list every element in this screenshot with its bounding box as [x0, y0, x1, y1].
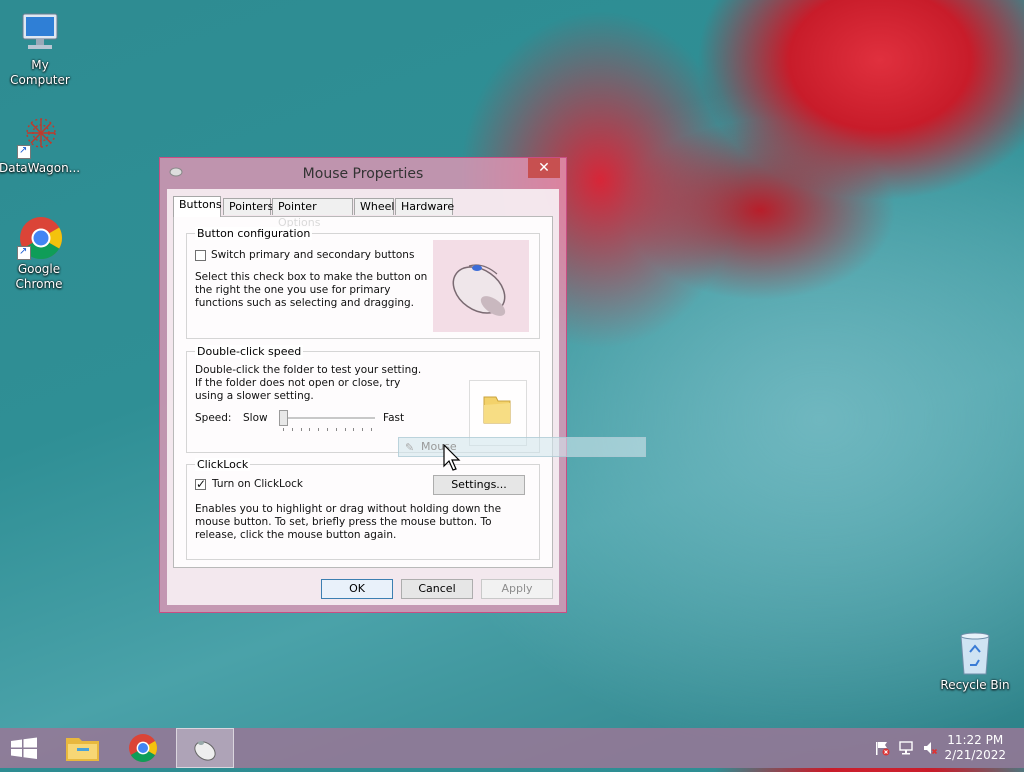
clock-time: 11:22 PM: [947, 733, 1004, 747]
desktop-icon-my-computer[interactable]: My Computer: [0, 10, 80, 88]
slider-tick: [371, 428, 372, 431]
desktop-icon-label: Google Chrome: [15, 262, 63, 291]
drag-ghost: ✎ Mouse: [398, 437, 646, 457]
button-configuration-legend: Button configuration: [195, 227, 313, 240]
volume-muted-icon[interactable]: [922, 740, 938, 756]
button-config-description: Select this check box to make the button…: [195, 271, 428, 309]
taskbar-clock[interactable]: 11:22 PM 2/21/2022: [944, 733, 1006, 763]
flag-icon[interactable]: [874, 740, 890, 756]
slider-tick: [344, 428, 346, 431]
desktop-icon-label: Recycle Bin: [940, 678, 1010, 692]
slider-thumb[interactable]: [279, 410, 288, 426]
slider-tick: [353, 428, 355, 431]
desktop-icon-datawagon[interactable]: DataWagon...: [0, 113, 81, 176]
shortcut-arrow-icon: [17, 244, 31, 260]
double-click-speed-slider[interactable]: [279, 410, 379, 436]
slider-tick: [318, 428, 320, 431]
tab-buttons[interactable]: Buttons: [173, 196, 222, 217]
datawagon-icon: [15, 113, 63, 159]
close-button[interactable]: ✕: [528, 158, 560, 178]
double-click-speed-legend: Double-click speed: [195, 345, 304, 358]
dialog-title: Mouse Properties: [302, 166, 424, 182]
button-configuration-group: Button configuration Switch primary and …: [186, 227, 540, 339]
fast-label: Fast: [383, 412, 405, 424]
tab-pointer-options[interactable]: Pointer Options: [272, 198, 353, 229]
start-icon: [11, 737, 37, 759]
slider-tick: [309, 428, 311, 431]
tab-wheel[interactable]: Wheel: [354, 198, 394, 215]
clicklock-settings-button[interactable]: Settings...: [433, 475, 525, 495]
clicklock-label[interactable]: Turn on ClickLock: [212, 478, 303, 491]
computer-icon: [16, 10, 64, 56]
desktop-icon-label: My Computer: [10, 58, 70, 87]
mouse-properties-dialog: Mouse Properties ✕ Buttons Pointers Poin…: [159, 157, 567, 613]
clicklock-description: Enables you to highlight or drag without…: [195, 503, 502, 541]
file-explorer-icon: [66, 738, 99, 761]
mouse-illustration-icon: [433, 240, 529, 332]
clicklock-legend: ClickLock: [195, 458, 251, 471]
mouse-icon: ✎: [405, 441, 415, 454]
clicklock-group: ClickLock Turn on ClickLock Settings... …: [186, 458, 540, 560]
ok-button[interactable]: OK: [321, 579, 393, 599]
clicklock-checkbox[interactable]: [195, 477, 206, 491]
tab-pointers[interactable]: Pointers: [223, 198, 273, 215]
title-bar[interactable]: Mouse Properties ✕: [160, 158, 566, 188]
slow-label: Slow: [243, 412, 268, 424]
slider-tick: [335, 428, 337, 431]
desktop-icon-google-chrome[interactable]: Google Chrome: [0, 214, 79, 292]
slider-tick: [291, 428, 293, 431]
slider-track: [279, 417, 375, 420]
taskbar-chrome[interactable]: [115, 728, 171, 768]
desktop-icon-recycle-bin[interactable]: Recycle Bin: [935, 630, 1015, 693]
chrome-icon: [129, 734, 157, 762]
clock-date: 2/21/2022: [944, 748, 1006, 762]
switch-buttons-checkbox[interactable]: [195, 250, 206, 261]
cancel-button[interactable]: Cancel: [401, 579, 473, 599]
chrome-icon: [15, 214, 63, 260]
mouse-properties-icon: [194, 741, 216, 761]
shortcut-arrow-icon: [17, 143, 31, 159]
slider-tick: [362, 428, 364, 431]
apply-button[interactable]: Apply: [481, 579, 553, 599]
switch-buttons-label[interactable]: Switch primary and secondary buttons: [211, 249, 414, 262]
dialog-client: Buttons Pointers Pointer Options Wheel H…: [167, 189, 559, 605]
recycle-bin-icon: [951, 630, 999, 676]
tab-hardware[interactable]: Hardware: [395, 198, 454, 215]
speed-label: Speed:: [195, 412, 232, 424]
slider-tick: [327, 428, 328, 431]
network-icon[interactable]: [898, 740, 914, 756]
desktop-icon-label: DataWagon...: [0, 161, 81, 175]
slider-tick: [300, 428, 302, 431]
buttons-tab-panel: Button configuration Switch primary and …: [173, 216, 553, 568]
taskbar-file-explorer[interactable]: [55, 728, 111, 768]
slider-tick: [283, 428, 284, 431]
mouse-cursor-icon: [443, 443, 463, 475]
taskbar: 11:22 PM 2/21/2022: [0, 728, 1024, 768]
double-click-description: Double-click the folder to test your set…: [195, 364, 422, 402]
taskbar-mouse-properties[interactable]: [176, 728, 234, 768]
start-button[interactable]: [0, 728, 48, 768]
